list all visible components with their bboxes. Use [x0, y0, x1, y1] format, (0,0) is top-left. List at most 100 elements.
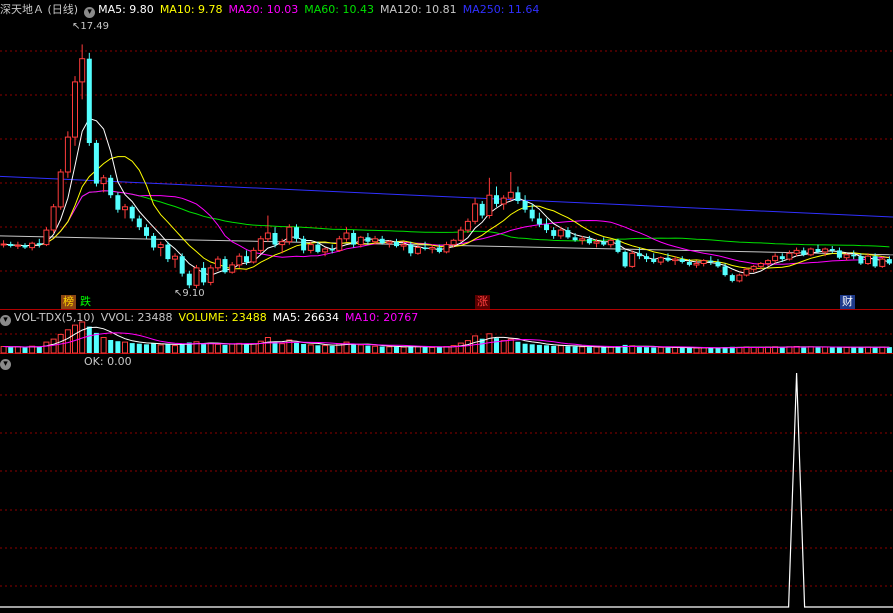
candle-body-down [186, 273, 192, 286]
settings-dropdown-icon[interactable]: ▾ [84, 7, 96, 18]
candle-body-down [108, 177, 114, 196]
candle-body-down [829, 249, 835, 251]
candle-body-down [565, 230, 571, 238]
candle-body-up [557, 229, 564, 237]
ok-settings-icon[interactable]: ▾ [0, 359, 11, 370]
candle-body-up [579, 238, 586, 241]
candle-body-up [879, 258, 886, 267]
candle-body-down [494, 195, 499, 204]
volume-bar-up [500, 340, 507, 354]
volume-bar-down [565, 346, 571, 353]
candle-body-up [807, 248, 814, 256]
candle-body-down [329, 249, 335, 251]
candle-body-up [700, 260, 707, 265]
volume-bar-down [829, 347, 835, 353]
candle-body-up [865, 255, 871, 265]
candle-body-up [593, 241, 600, 244]
volume-bar-down [144, 344, 149, 353]
high-price-value: 17.49 [80, 21, 110, 32]
volume-bar-up [72, 324, 78, 354]
candle-body-down [36, 243, 42, 245]
candle-body-down [129, 206, 135, 219]
badge-bang[interactable]: 榜 [61, 295, 76, 309]
candle-body-down [394, 241, 399, 247]
volume-bar-up [172, 345, 178, 354]
candle-body-down [529, 209, 535, 219]
candle-body-down [686, 262, 692, 265]
candle-body-down [272, 233, 278, 245]
candle-body-down [151, 235, 157, 248]
stock-title: 深天地Ａ (日线) [0, 3, 79, 16]
volume-bar-up [229, 343, 236, 354]
volume-bar-down [136, 343, 142, 353]
volume-bar-up [822, 346, 829, 354]
volume-bar-up [457, 342, 464, 354]
candle-body-up [157, 244, 164, 249]
candle-body-down [622, 251, 628, 267]
badge-cai[interactable]: 财 [840, 295, 855, 309]
volume-bar-down [351, 344, 357, 353]
high-price-label: ↖17.49 [72, 21, 110, 32]
volume-bar-down [436, 347, 442, 353]
volume-bar-down [222, 344, 228, 353]
candle-body-up [757, 263, 764, 267]
volume-bar-down [379, 346, 385, 353]
volume-bar-down [179, 343, 185, 353]
volume-bar-down [601, 347, 607, 353]
volume-bar-up [657, 346, 664, 354]
candle-body-down [836, 250, 842, 258]
volume-bar-down [572, 346, 578, 353]
volume-bar-up [700, 347, 707, 354]
volume-bar-down [315, 345, 321, 354]
volume-bar-up [693, 347, 700, 354]
volume-indicator-0: VOL-TDX(5,10) [14, 311, 95, 324]
candle-body-up [279, 241, 286, 246]
volume-bar-down [272, 341, 278, 353]
candle-body-up [843, 254, 850, 259]
volume-bar-down [551, 345, 557, 353]
volume-bar-up [865, 346, 871, 354]
main-indicator-3: MA60: 10.43 [304, 3, 374, 16]
volume-bar-up [507, 338, 514, 354]
candle-body-up [429, 247, 436, 250]
volume-bar-down [801, 347, 807, 353]
candle-body-down [436, 247, 442, 252]
chart-canvas [0, 44, 893, 608]
candle-body-up [793, 249, 800, 254]
volume-bar-down [8, 347, 14, 353]
candle-body-down [679, 259, 685, 262]
candle-body-up [507, 191, 514, 199]
candle-body-down [522, 201, 528, 210]
candle-body-up [693, 263, 700, 266]
volume-bar-down [129, 343, 135, 353]
candle-body-up [100, 177, 107, 185]
volume-bar-down [536, 344, 542, 353]
volume-bar-up [43, 341, 50, 354]
volume-bar-up [286, 339, 293, 354]
volume-bar-up [236, 342, 243, 354]
candle-body-down [93, 142, 99, 184]
volume-settings-icon[interactable]: ▾ [0, 315, 11, 326]
candle-body-down [536, 218, 542, 225]
candle-body-down [515, 192, 521, 201]
volume-bar-down [151, 343, 157, 353]
volume-bar-down [836, 347, 842, 353]
candle-body-down [301, 238, 307, 251]
candle-body-up [257, 238, 264, 251]
candle-body-up [343, 232, 350, 240]
candle-body-down [636, 253, 642, 257]
candle-body-up [629, 252, 636, 267]
candle-body-down [136, 218, 142, 228]
volume-bar-down [636, 346, 642, 353]
volume-bar-down [494, 338, 499, 353]
badge-die[interactable]: 跌 [78, 295, 93, 309]
volume-bar-up [464, 340, 471, 354]
volume-bar-down [365, 345, 371, 353]
volume-bar-up [750, 346, 757, 354]
candle-body-down [379, 238, 385, 244]
badge-zhang[interactable]: 涨 [475, 295, 490, 309]
volume-bar-down [522, 343, 528, 353]
main-indicator-4: MA120: 10.81 [379, 3, 457, 16]
candle-body-down [351, 233, 357, 245]
volume-bar-up [879, 346, 886, 354]
